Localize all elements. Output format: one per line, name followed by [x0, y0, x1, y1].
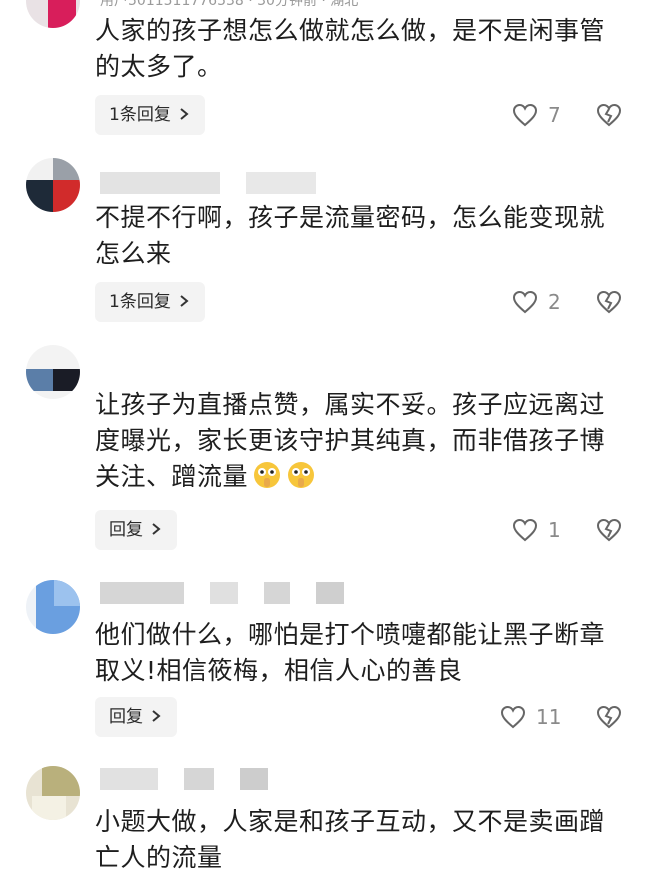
reply-button[interactable]: 1条回复: [95, 282, 205, 322]
reply-label: 1条回复: [109, 105, 171, 125]
like-count: 11: [536, 705, 562, 729]
like-button[interactable]: 1: [512, 515, 561, 545]
reply-label: 1条回复: [109, 292, 171, 312]
broken-heart-icon[interactable]: [596, 517, 622, 543]
broken-heart-icon[interactable]: [596, 704, 622, 730]
shush-face-emoji: [254, 462, 281, 488]
masked-username: [100, 768, 158, 790]
heart-outline-icon: [512, 518, 538, 542]
reply-button[interactable]: 1条回复: [95, 95, 205, 135]
comment-meta: [100, 768, 294, 790]
broken-heart-icon[interactable]: [596, 102, 622, 128]
like-count: 2: [548, 290, 561, 314]
masked-username: [316, 582, 344, 604]
shush-face-emoji: [288, 462, 315, 488]
comment-text: 让孩子为直播点赞，属实不妥。孩子应远离过度曝光，家长更该守护其纯真，而非借孩子博…: [95, 387, 615, 495]
masked-username: [240, 768, 268, 790]
reply-button[interactable]: 回复: [95, 510, 177, 550]
avatar[interactable]: [26, 345, 80, 399]
comment-text: 人家的孩子想怎么做就怎么做，是不是闲事管的太多了。: [95, 16, 606, 81]
comment-meta: [100, 582, 370, 604]
comment-text: 他们做什么，哪怕是打个喷嚏都能让黑子断章取义!相信筱梅，相信人心的善良: [95, 620, 606, 685]
comment-text: 小题大做，人家是和孩子互动，又不是卖画蹭亡人的流量: [95, 807, 606, 872]
like-button[interactable]: 2: [512, 287, 561, 317]
masked-username: [100, 172, 220, 194]
like-button[interactable]: 7: [512, 100, 561, 130]
masked-username: [246, 172, 316, 194]
chevron-right-icon: [180, 108, 189, 120]
avatar[interactable]: [26, 580, 80, 634]
like-count: 1: [548, 518, 561, 542]
reply-label: 回复: [109, 520, 143, 540]
reply-label: 回复: [109, 707, 143, 727]
heart-outline-icon: [512, 290, 538, 314]
chevron-right-icon: [152, 710, 161, 722]
masked-username: [100, 582, 184, 604]
heart-outline-icon: [500, 705, 526, 729]
broken-heart-icon[interactable]: [596, 289, 622, 315]
masked-username: [264, 582, 290, 604]
reply-button[interactable]: 回复: [95, 697, 177, 737]
like-button[interactable]: 11: [500, 702, 561, 732]
comment-text-content: 让孩子为直播点赞，属实不妥。孩子应远离过度曝光，家长更该守护其纯真，而非借孩子博…: [95, 390, 606, 491]
chevron-right-icon: [152, 523, 161, 535]
comment-text: 不提不行啊，孩子是流量密码，怎么能变现就怎么来: [95, 203, 606, 268]
like-count: 7: [548, 103, 561, 127]
comment-meta: 用户5011511776538 · 30分钟前 · 湖北: [100, 0, 359, 9]
avatar[interactable]: [26, 158, 80, 212]
heart-outline-icon: [512, 103, 538, 127]
chevron-right-icon: [180, 295, 189, 307]
avatar[interactable]: [26, 766, 80, 820]
masked-username: [210, 582, 238, 604]
masked-username: [184, 768, 214, 790]
comment-meta: [100, 172, 342, 194]
avatar[interactable]: [26, 0, 80, 28]
